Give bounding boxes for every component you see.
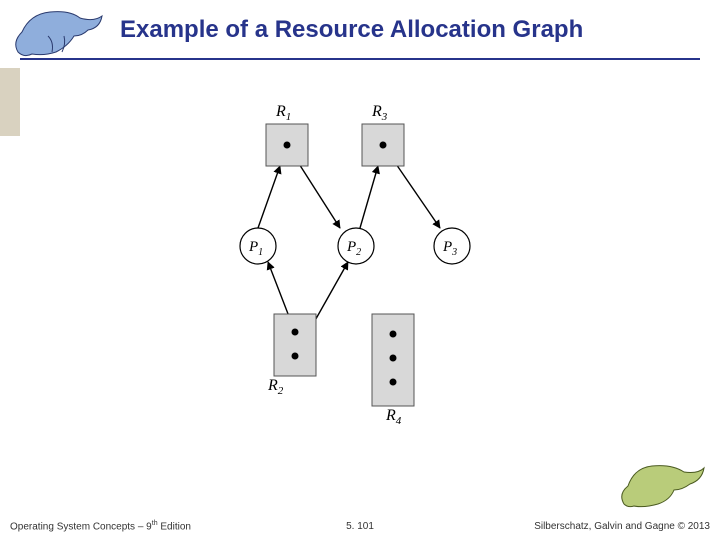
footer: Operating System Concepts – 9th Edition … bbox=[0, 514, 720, 540]
resource-allocation-graph: R1R3R2R4P1P2P3 bbox=[200, 100, 520, 440]
edge-P1-R1 bbox=[258, 166, 280, 228]
label-R1: R1 bbox=[275, 103, 291, 123]
label-R4: R4 bbox=[385, 407, 402, 427]
instance-R4-1 bbox=[390, 355, 397, 362]
instance-R2-1 bbox=[292, 353, 299, 360]
instance-R3-0 bbox=[380, 142, 387, 149]
dinosaur-header-icon bbox=[10, 2, 110, 60]
footer-right: Silberschatz, Galvin and Gagne © 2013 bbox=[534, 521, 710, 532]
instance-R4-2 bbox=[390, 379, 397, 386]
instance-R2-0 bbox=[292, 329, 299, 336]
instance-R1-0 bbox=[284, 142, 291, 149]
instance-R4-0 bbox=[390, 331, 397, 338]
side-accent bbox=[0, 68, 20, 136]
edge-P2-R3 bbox=[360, 166, 378, 228]
dinosaur-footer-icon bbox=[618, 458, 708, 512]
resource-R2 bbox=[274, 314, 316, 376]
slide-title: Example of a Resource Allocation Graph bbox=[120, 16, 583, 44]
title-underline bbox=[20, 58, 700, 60]
label-R2: R2 bbox=[267, 377, 284, 397]
label-R3: R3 bbox=[371, 103, 388, 123]
slide: Example of a Resource Allocation Graph R… bbox=[0, 0, 720, 540]
